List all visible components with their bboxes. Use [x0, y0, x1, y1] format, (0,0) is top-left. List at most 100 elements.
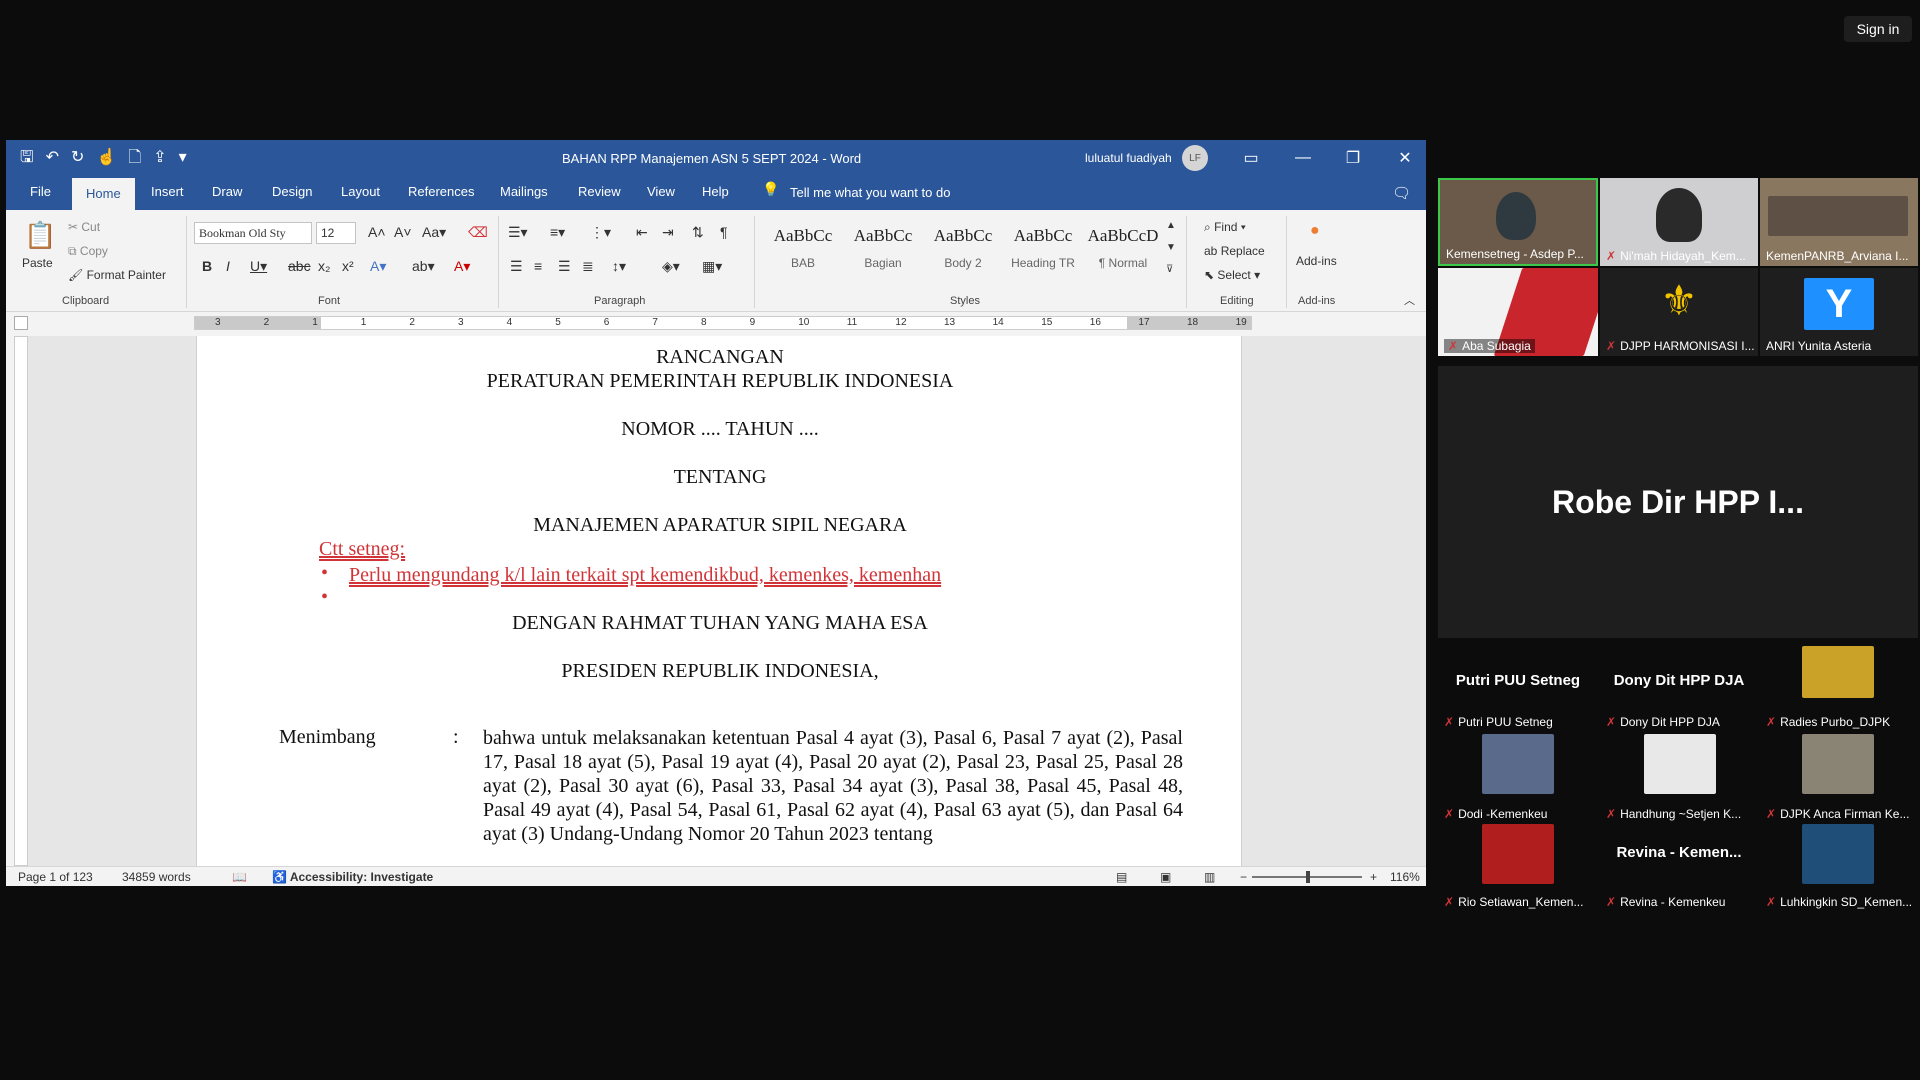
save-icon[interactable]: 🖫	[20, 149, 34, 167]
vertical-ruler[interactable]	[14, 336, 28, 866]
participant-tile-2[interactable]: ✗ Ni'mah Hidayah_Kem...	[1600, 178, 1758, 266]
multilevel-list-icon[interactable]: ⋮▾	[590, 224, 611, 241]
participant-tile-8[interactable]: Dony Dit HPP DJA ✗ Dony Dit HPP DJA	[1600, 646, 1758, 732]
bullets-icon[interactable]: ☰▾	[508, 224, 528, 241]
participant-tile-11[interactable]: ✗ Handhung ~Setjen K...	[1600, 734, 1758, 824]
participant-tile-12[interactable]: ✗ DJPK Anca Firman Ke...	[1760, 734, 1918, 824]
sign-in-button[interactable]: Sign in	[1844, 16, 1912, 42]
close-icon[interactable]: ✕	[1390, 146, 1420, 170]
zoom-slider-thumb[interactable]	[1306, 871, 1310, 883]
font-name-combo[interactable]: Bookman Old Sty	[194, 222, 312, 244]
new-document-icon[interactable]: 🗋	[128, 149, 141, 167]
style-normal[interactable]: AaBbCcD ¶ Normal	[1084, 218, 1162, 280]
horizontal-ruler[interactable]: 3 2 1 1 2 3 4 5 6 7 8 9 10 11 12 13 14 15 16 17 18 19	[194, 316, 1252, 330]
styles-scroll-up-icon[interactable]: ▲	[1166, 220, 1176, 231]
decrease-indent-icon[interactable]: ⇤	[636, 224, 648, 241]
word-count[interactable]: 34859 words	[122, 870, 191, 884]
participant-tile-10[interactable]: ✗ Dodi -Kemenkeu	[1438, 734, 1598, 824]
subscript-icon[interactable]: x₂	[318, 258, 330, 274]
add-ins-button[interactable]: Add-ins	[1296, 254, 1337, 268]
paste-button[interactable]: Paste	[22, 256, 53, 270]
line-spacing-icon[interactable]: ↕▾	[612, 258, 626, 275]
strikethrough-icon[interactable]: abc	[288, 258, 311, 274]
tab-file[interactable]: File	[30, 184, 51, 199]
tab-insert[interactable]: Insert	[151, 184, 184, 199]
highlight-icon[interactable]: ab▾	[412, 258, 435, 275]
numbering-icon[interactable]: ≡▾	[550, 224, 565, 241]
borders-icon[interactable]: ▦▾	[702, 258, 722, 275]
format-painter-button[interactable]: 🖌 Format Painter	[68, 268, 166, 282]
web-layout-icon[interactable]: ▥	[1204, 870, 1215, 884]
copy-button[interactable]: ⧉ Copy	[68, 244, 108, 259]
customize-qat-icon[interactable]: ▾	[179, 149, 187, 167]
tab-layout[interactable]: Layout	[341, 184, 380, 199]
justify-icon[interactable]: ≣	[582, 258, 594, 275]
shading-icon[interactable]: ◈▾	[662, 258, 680, 275]
text-effects-icon[interactable]: A▾	[370, 258, 386, 275]
replace-button[interactable]: ab Replace	[1204, 244, 1265, 258]
zoom-level[interactable]: 116%	[1390, 870, 1420, 884]
active-speaker-tile[interactable]: Robe Dir HPP I...	[1438, 366, 1918, 638]
change-case-icon[interactable]: Aa▾	[422, 224, 446, 241]
participant-tile-7[interactable]: Putri PUU Setneg ✗ Putri PUU Setneg	[1438, 646, 1598, 732]
align-right-icon[interactable]: ☰	[558, 258, 571, 275]
tab-references[interactable]: References	[408, 184, 474, 199]
tell-me-search[interactable]: Tell me what you want to do	[790, 185, 950, 200]
tab-view[interactable]: View	[647, 184, 675, 199]
select-button[interactable]: ⬉ Select ▾	[1204, 268, 1260, 282]
italic-icon[interactable]: I	[226, 258, 230, 274]
tab-design[interactable]: Design	[272, 184, 312, 199]
increase-indent-icon[interactable]: ⇥	[662, 224, 674, 241]
tab-help[interactable]: Help	[702, 184, 729, 199]
clear-formatting-icon[interactable]: ⌫	[468, 224, 488, 241]
participant-tile-3[interactable]: KemenPANRB_Arviana I...	[1760, 178, 1918, 266]
minimize-icon[interactable]: —	[1288, 146, 1318, 170]
shrink-font-icon[interactable]: A˅	[394, 224, 412, 240]
font-size-combo[interactable]: 12	[316, 222, 356, 244]
cut-button[interactable]: ✂ Cut	[68, 220, 100, 234]
ribbon-display-icon[interactable]: ▭	[1236, 146, 1266, 170]
collapse-ribbon-icon[interactable]: ︿	[1404, 292, 1415, 308]
style-heading-tr[interactable]: AaBbCc Heading TR	[1004, 218, 1082, 280]
tab-mailings[interactable]: Mailings	[500, 184, 548, 199]
undo-icon[interactable]: ↶	[46, 149, 59, 167]
style-bab[interactable]: AaBbCc BAB	[764, 218, 842, 280]
style-bagian[interactable]: AaBbCc Bagian	[844, 218, 922, 280]
user-name[interactable]: luluatul fuadiyah	[1085, 151, 1172, 165]
align-center-icon[interactable]: ≡	[534, 258, 542, 274]
proofing-icon[interactable]: 📖	[232, 870, 247, 884]
participant-tile-14[interactable]: Revina - Kemen... ✗ Revina - Kemenkeu	[1600, 824, 1758, 912]
paste-icon[interactable]: 📋	[24, 220, 56, 251]
zoom-in-icon[interactable]: +	[1370, 870, 1377, 884]
zoom-out-icon[interactable]: −	[1240, 870, 1247, 884]
document-page[interactable]: RANCANGAN PERATURAN PEMERINTAH REPUBLIK …	[196, 336, 1242, 866]
styles-scroll-down-icon[interactable]: ▼	[1166, 242, 1176, 253]
print-layout-icon[interactable]: ▣	[1160, 870, 1171, 884]
find-button[interactable]: ⌕ Find ▾	[1204, 220, 1246, 235]
underline-icon[interactable]: U▾	[250, 258, 267, 275]
tab-selector[interactable]	[14, 316, 28, 330]
add-ins-icon[interactable]: ●	[1310, 222, 1320, 240]
touch-mode-icon[interactable]: ☝	[96, 149, 116, 167]
show-marks-icon[interactable]: ¶	[720, 224, 728, 240]
avatar[interactable]: LF	[1182, 145, 1208, 171]
style-body-2[interactable]: AaBbCc Body 2	[924, 218, 1002, 280]
tab-review[interactable]: Review	[578, 184, 621, 199]
sort-icon[interactable]: ⇅	[692, 224, 704, 241]
participant-tile-15[interactable]: ✗ Luhkingkin SD_Kemen...	[1760, 824, 1918, 912]
participant-tile-5[interactable]: ⚜ ✗ DJPP HARMONISASI I...	[1600, 268, 1758, 356]
page-count[interactable]: Page 1 of 123	[18, 870, 93, 884]
styles-more-icon[interactable]: ⊽	[1166, 264, 1173, 275]
participant-tile-1[interactable]: Kemensetneg - Asdep P...	[1438, 178, 1598, 266]
redo-icon[interactable]: ↻	[71, 149, 84, 167]
grow-font-icon[interactable]: A˄	[368, 224, 386, 240]
comments-icon[interactable]: 🗨	[1392, 184, 1411, 202]
bold-icon[interactable]: B	[202, 258, 212, 274]
participant-tile-13[interactable]: ✗ Rio Setiawan_Kemen...	[1438, 824, 1598, 912]
align-left-icon[interactable]: ☰	[510, 258, 523, 275]
accessibility-status[interactable]: ♿ Accessibility: Investigate	[272, 870, 433, 884]
restore-icon[interactable]: ❐	[1338, 146, 1368, 170]
share-icon[interactable]: ⇪	[153, 149, 166, 167]
tab-home[interactable]: Home	[72, 178, 135, 210]
read-mode-icon[interactable]: ▤	[1116, 870, 1127, 884]
